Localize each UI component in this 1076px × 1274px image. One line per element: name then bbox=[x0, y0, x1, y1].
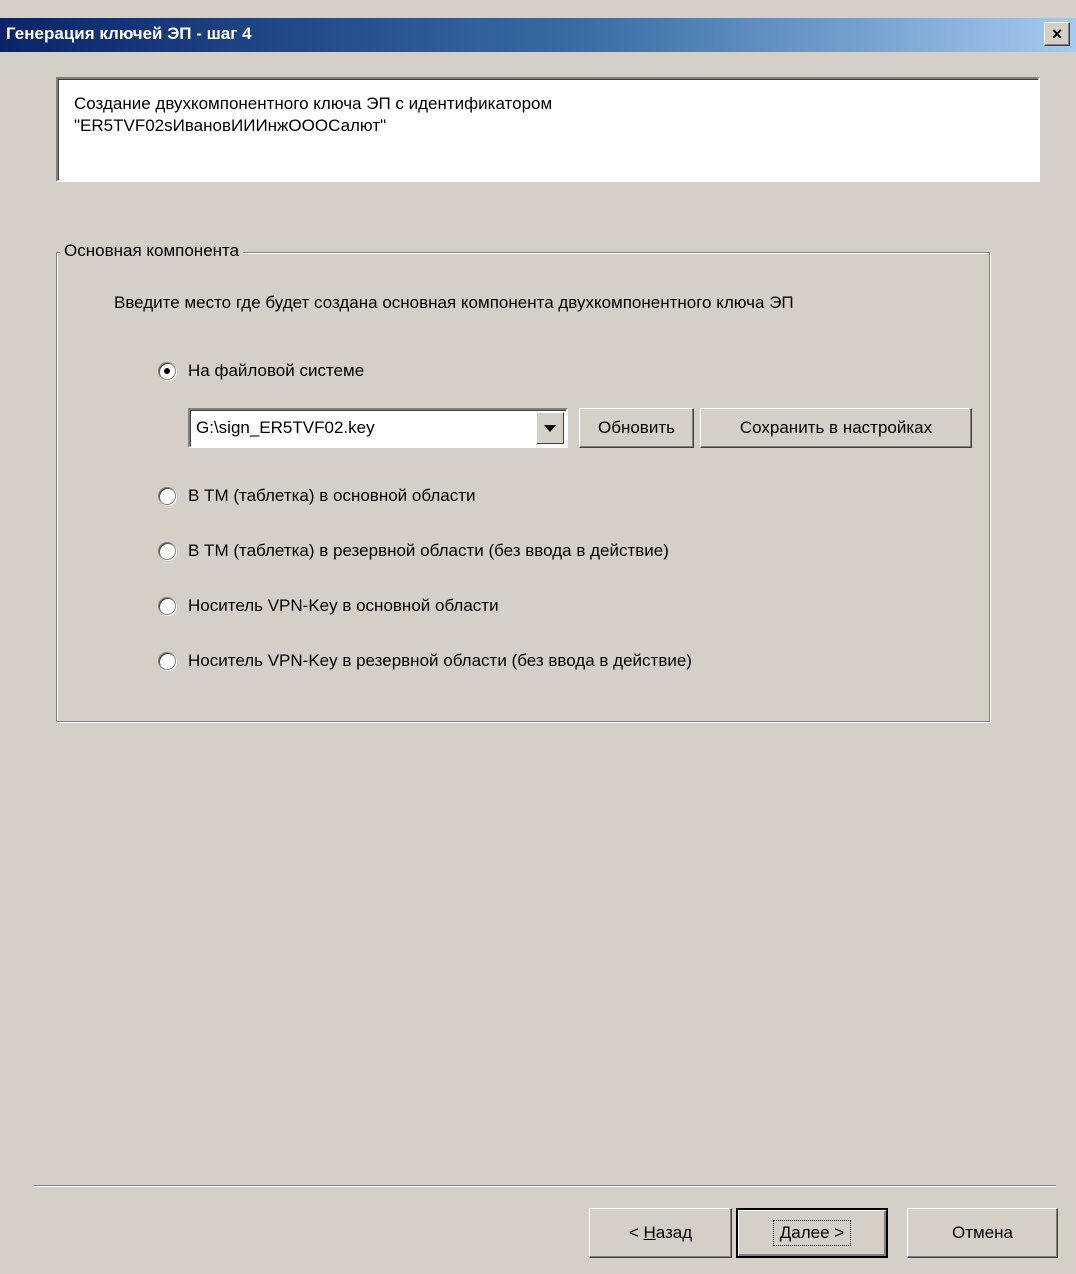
footer-separator bbox=[34, 1185, 1056, 1187]
radio-button-icon[interactable] bbox=[158, 542, 176, 560]
save-settings-button-label: Сохранить в настройках bbox=[739, 418, 933, 437]
refresh-button[interactable]: Обновить bbox=[579, 408, 694, 448]
radio-label: Носитель VPN-Key в резервной области (бе… bbox=[188, 651, 692, 670]
path-value: G:\sign_ER5TVF02.key bbox=[196, 418, 375, 437]
radio-file-system[interactable]: На файловой системе bbox=[158, 361, 364, 381]
description-line-2: "ER5TVF02sИвановИИИнжОООСалют" bbox=[74, 116, 387, 135]
cancel-button[interactable]: Отмена bbox=[907, 1208, 1058, 1258]
radio-button-icon[interactable] bbox=[158, 362, 176, 380]
radio-tm-reserve[interactable]: В ТМ (таблетка) в резервной области (без… bbox=[158, 541, 669, 561]
group-label: Основная компонента bbox=[60, 241, 244, 261]
close-icon: × bbox=[1051, 24, 1063, 44]
radio-label: На файловой системе bbox=[188, 361, 365, 380]
radio-vpnkey-main[interactable]: Носитель VPN-Key в основной области bbox=[158, 596, 499, 616]
radio-button-icon[interactable] bbox=[158, 487, 176, 505]
description-line-1: Создание двухкомпонентного ключа ЭП с ид… bbox=[74, 94, 553, 113]
chevron-down-icon bbox=[544, 424, 556, 432]
radio-label: Носитель VPN-Key в основной области bbox=[188, 596, 499, 615]
instruction-text: Введите место где будет создана основная… bbox=[114, 293, 794, 312]
cancel-button-label: Отмена bbox=[952, 1223, 1013, 1242]
radio-button-icon[interactable] bbox=[158, 652, 176, 670]
back-button[interactable]: < Назад bbox=[589, 1208, 732, 1258]
dropdown-button[interactable] bbox=[536, 412, 564, 444]
save-settings-button[interactable]: Сохранить в настройках bbox=[700, 408, 972, 448]
window-title: Генерация ключей ЭП - шаг 4 bbox=[6, 24, 252, 43]
refresh-button-label: Обновить bbox=[598, 418, 675, 437]
next-button[interactable]: Далее > bbox=[736, 1208, 888, 1258]
back-button-label: < Назад bbox=[628, 1223, 693, 1242]
wizard-window: Генерация ключей ЭП - шаг 4 × Создание д… bbox=[0, 0, 1076, 1274]
description-box: Создание двухкомпонентного ключа ЭП с ид… bbox=[56, 77, 1040, 182]
close-button[interactable]: × bbox=[1044, 22, 1070, 46]
radio-label: В ТМ (таблетка) в основной области bbox=[188, 486, 476, 505]
radio-tm-main[interactable]: В ТМ (таблетка) в основной области bbox=[158, 486, 476, 506]
radio-label: В ТМ (таблетка) в резервной области (без… bbox=[188, 541, 669, 560]
title-bar[interactable]: Генерация ключей ЭП - шаг 4 × bbox=[0, 18, 1076, 52]
next-button-label: Далее > bbox=[772, 1220, 852, 1246]
radio-button-icon[interactable] bbox=[158, 597, 176, 615]
path-combobox[interactable]: G:\sign_ER5TVF02.key bbox=[188, 408, 568, 448]
radio-vpnkey-reserve[interactable]: Носитель VPN-Key в резервной области (бе… bbox=[158, 651, 692, 671]
